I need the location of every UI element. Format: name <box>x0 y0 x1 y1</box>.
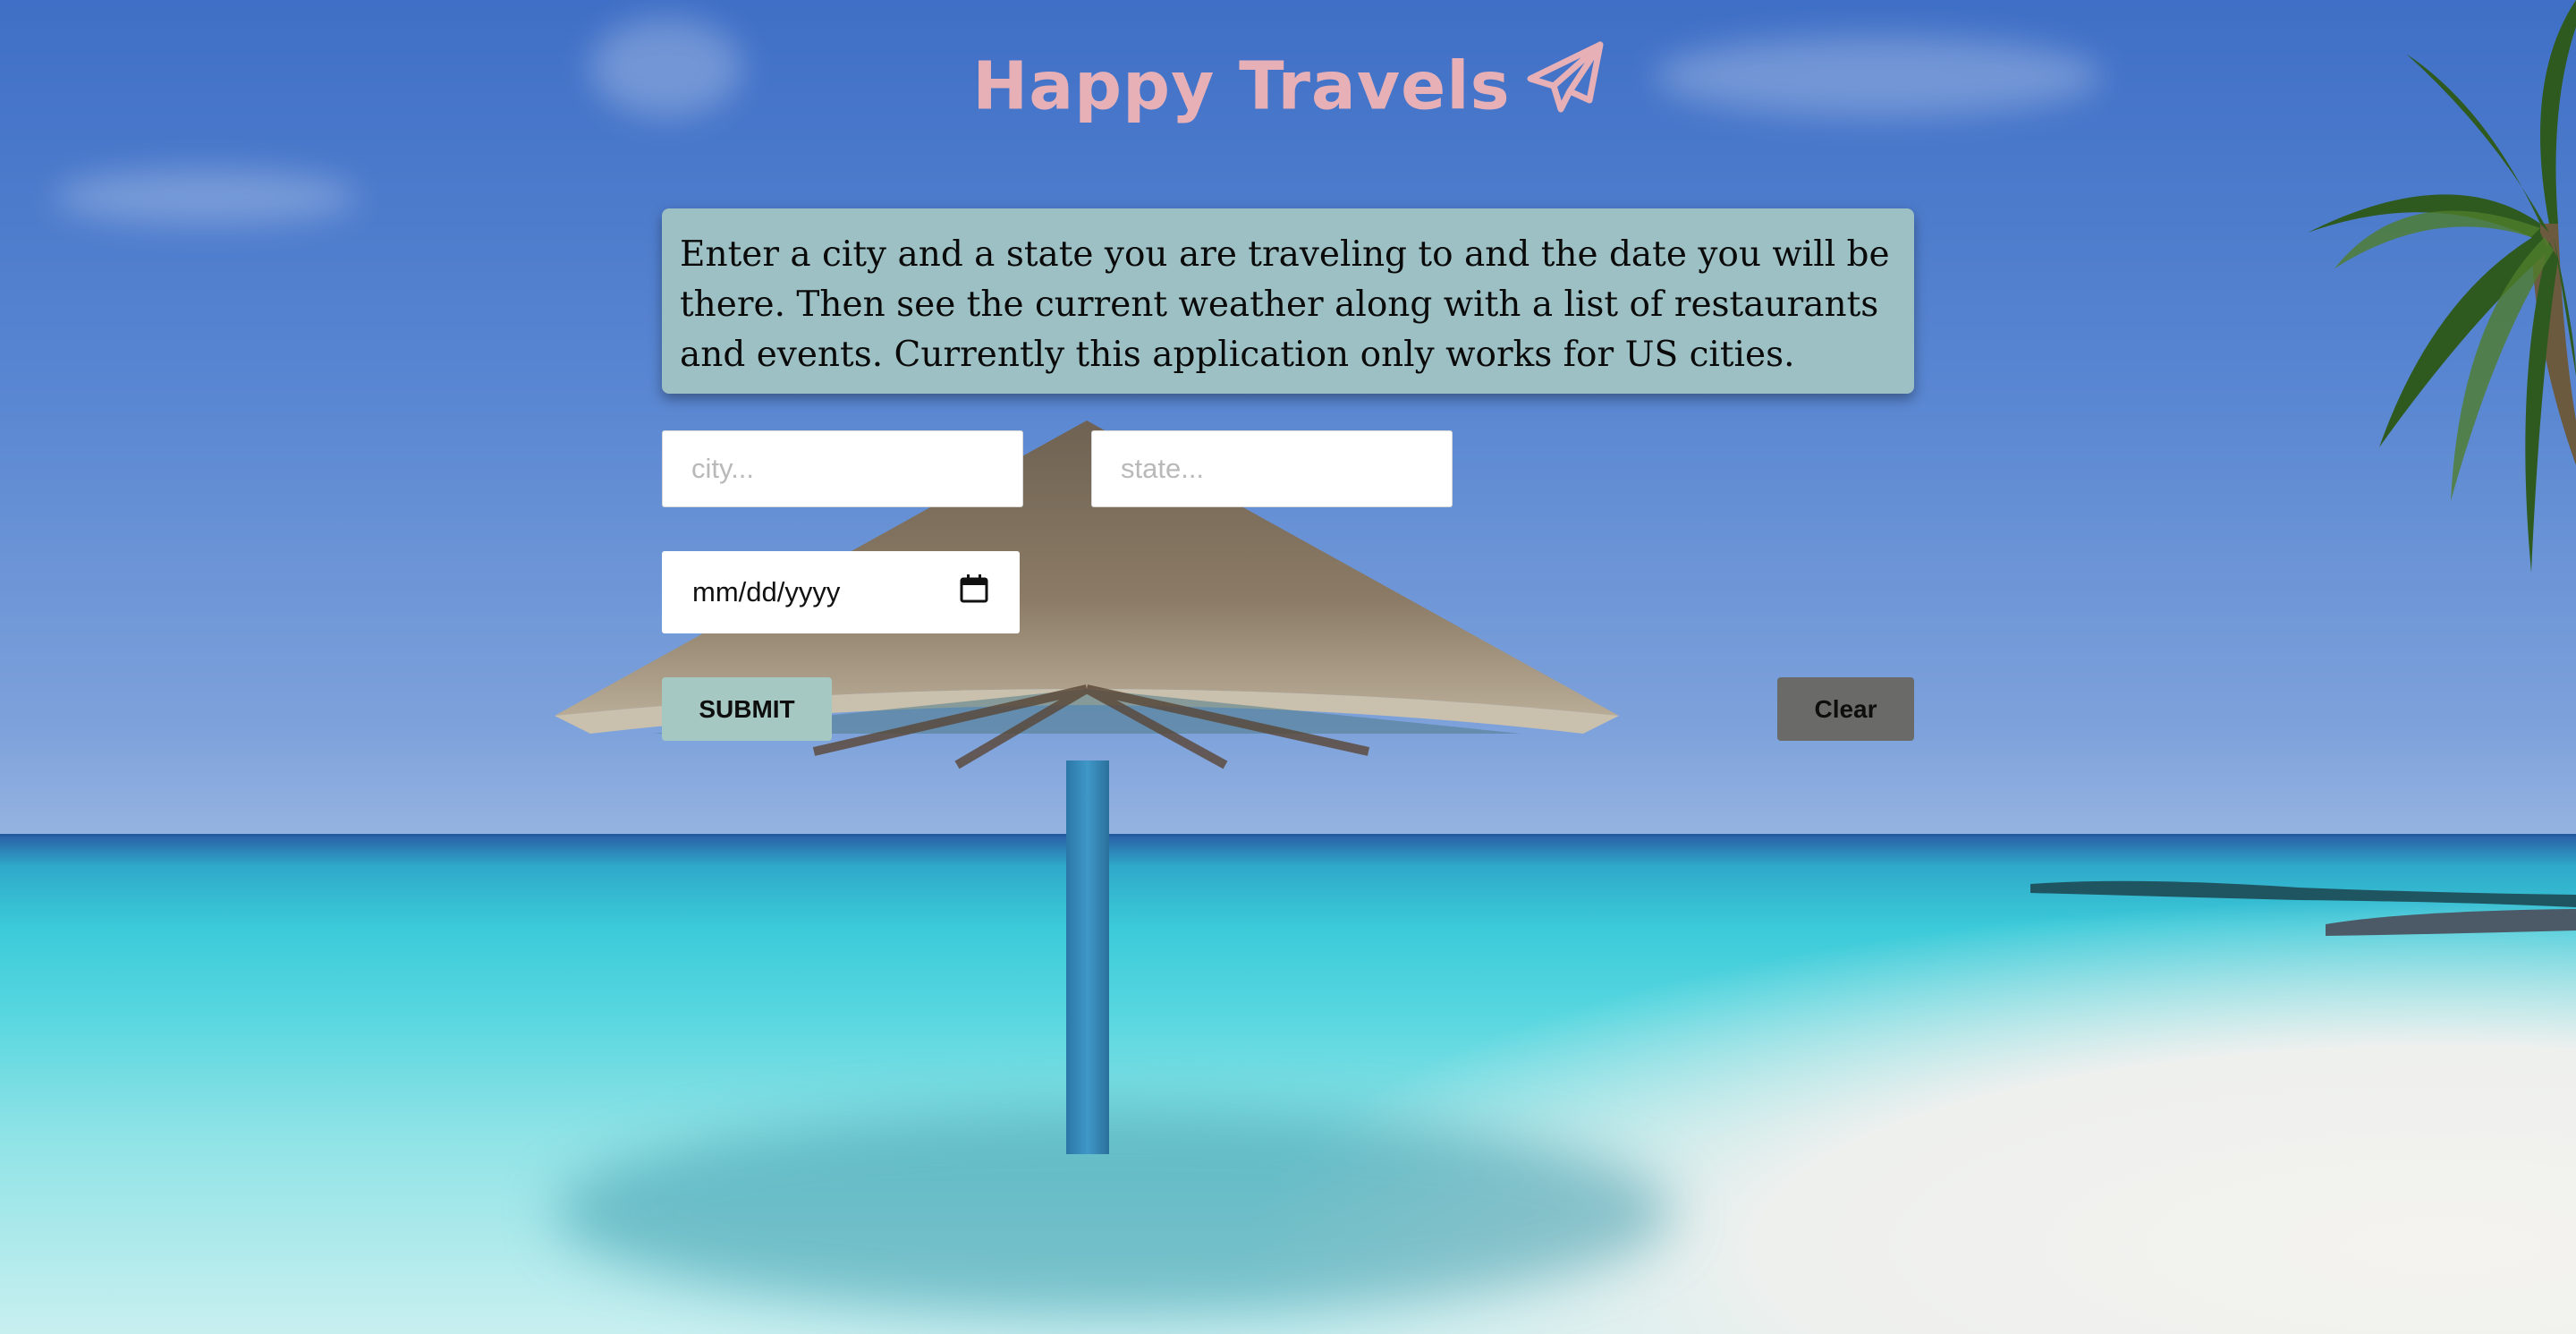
instructions-text: Enter a city and a state you are traveli… <box>680 234 1890 375</box>
city-input[interactable] <box>662 430 1023 507</box>
date-input[interactable]: mm/dd/yyyy <box>662 551 1020 633</box>
page-background: Happy Travels Enter a city and a state y… <box>0 0 2576 1334</box>
cloud <box>54 170 358 224</box>
rocks <box>2030 880 2576 936</box>
umbrella-pole <box>1066 760 1109 1154</box>
paper-plane-icon <box>1527 41 1604 129</box>
app-title-text: Happy Travels <box>972 47 1511 125</box>
state-input[interactable] <box>1091 430 1453 507</box>
calendar-icon[interactable] <box>959 574 989 611</box>
app-title: Happy Travels <box>0 41 2576 134</box>
submit-button[interactable]: SUBMIT <box>662 677 832 741</box>
clear-button[interactable]: Clear <box>1777 677 1914 741</box>
date-input-value: mm/dd/yyyy <box>692 576 841 608</box>
umbrella-shadow <box>555 1109 1673 1315</box>
instructions-panel: Enter a city and a state you are traveli… <box>662 208 1914 394</box>
